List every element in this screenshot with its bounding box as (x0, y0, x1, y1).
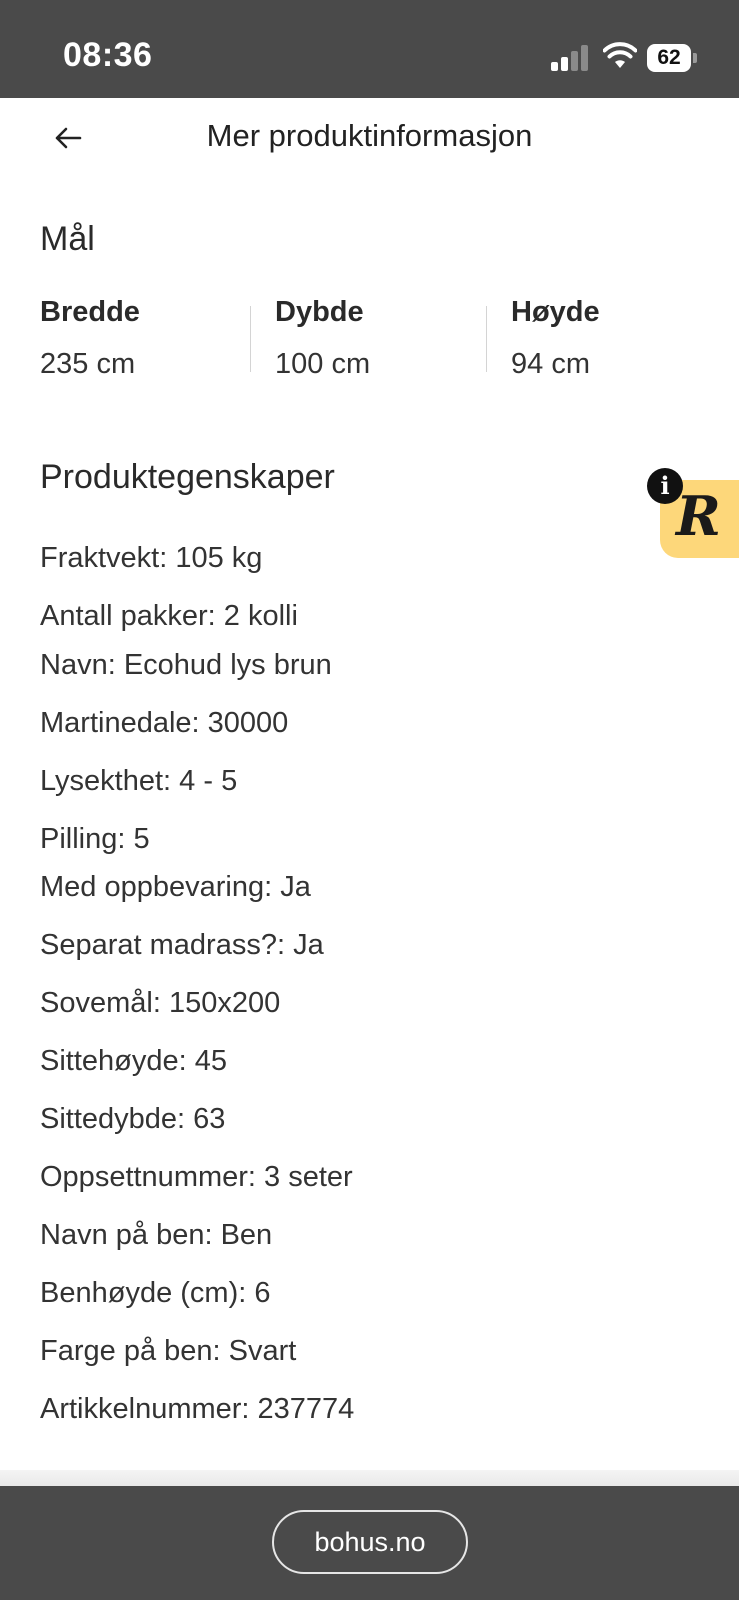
list-item: Sittedybde: 63 (40, 1103, 226, 1135)
battery-icon: 62 (647, 44, 697, 72)
status-bar: 08:36 62 (0, 0, 739, 98)
status-time: 08:36 (63, 36, 153, 74)
url-field[interactable]: bohus.no (272, 1510, 468, 1574)
dimension-value: 235 cm (40, 348, 136, 380)
list-item: Martinedale: 30000 (40, 707, 289, 739)
list-item: Navn på ben: Ben (40, 1219, 273, 1251)
review-logo-icon: R (676, 484, 721, 548)
dimension-value: 94 cm (511, 348, 590, 380)
list-item: Artikkelnummer: 237774 (40, 1393, 355, 1425)
dimension-label: Bredde (40, 296, 140, 328)
properties-title: Produktegenskaper (40, 458, 335, 496)
list-item: Sittehøyde: 45 (40, 1045, 227, 1077)
dimension-label: Høyde (511, 296, 600, 328)
divider (250, 306, 251, 372)
divider (0, 1470, 739, 1486)
list-item: Med oppbevaring: Ja (40, 871, 311, 903)
wifi-icon (603, 42, 637, 68)
list-item: Fraktvekt: 105 kg (40, 542, 263, 574)
list-item: Benhøyde (cm): 6 (40, 1277, 271, 1309)
battery-level: 62 (647, 44, 691, 72)
divider (486, 306, 487, 372)
browser-bar: bohus.no (0, 1486, 739, 1600)
list-item: Separat madrass?: Ja (40, 929, 324, 961)
page-header: Mer produktinformasjon (0, 98, 739, 182)
dimension-label: Dybde (275, 296, 364, 328)
page-title: Mer produktinformasjon (206, 118, 533, 153)
list-item: Pilling: 5 (40, 823, 150, 855)
cellular-signal-icon (551, 45, 591, 71)
list-item: Farge på ben: Svart (40, 1335, 297, 1367)
dimensions-title: Mål (40, 220, 95, 258)
info-icon[interactable]: i (647, 468, 683, 504)
list-item: Navn: Ecohud lys brun (40, 649, 332, 681)
dimension-value: 100 cm (275, 348, 371, 380)
list-item: Lysekthet: 4 - 5 (40, 765, 238, 797)
list-item: Sovemål: 150x200 (40, 987, 281, 1019)
dimensions-grid: Bredde 235 cm Dybde 100 cm Høyde 94 cm (40, 292, 700, 382)
list-item: Antall pakker: 2 kolli (40, 600, 298, 632)
list-item: Oppsettnummer: 3 seter (40, 1161, 353, 1193)
